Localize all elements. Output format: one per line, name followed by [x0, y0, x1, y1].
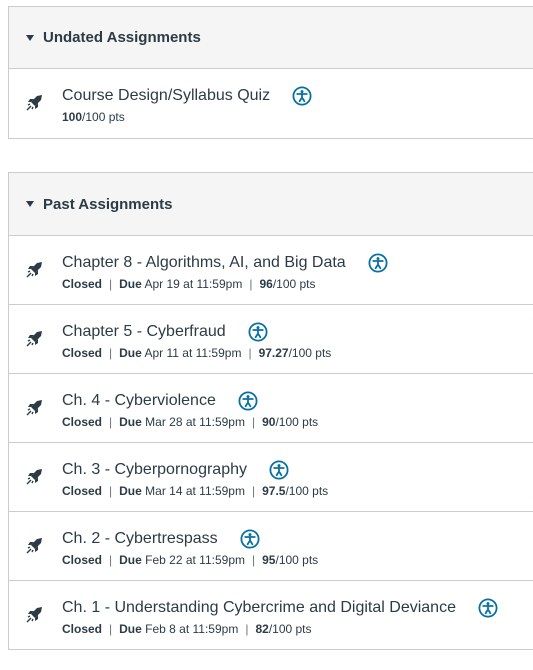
due-label: Due — [119, 415, 142, 429]
status-label: Closed — [62, 277, 103, 291]
assignment-title-link[interactable]: Ch. 3 - Cyberpornography — [62, 461, 247, 479]
status-label: Closed — [62, 346, 103, 360]
assignment-title-link[interactable]: Chapter 5 - Cyberfraud — [62, 323, 226, 341]
score-value: 82 — [255, 622, 269, 636]
accessibility-icon[interactable] — [269, 460, 289, 480]
assignment-group-undated: Undated Assignments Course Design/Syllab… — [8, 6, 533, 139]
due-date: Mar 14 at 11:59pm — [141, 484, 245, 498]
accessibility-icon[interactable] — [240, 529, 260, 549]
score-value: 96 — [259, 277, 273, 291]
points-possible: /100 pts — [275, 553, 319, 567]
accessibility-icon[interactable] — [368, 253, 388, 273]
assignment-row: Course Design/Syllabus Quiz 100/100 pts — [9, 69, 533, 138]
score-value: 97.5 — [262, 484, 286, 498]
assignment-title-link[interactable]: Ch. 1 - Understanding Cybercrime and Dig… — [62, 599, 456, 617]
rocket-icon — [26, 331, 42, 347]
assignment-meta: Closed | Due Apr 11 at 11:59pm | 97.27/100 p… — [62, 346, 331, 360]
separator: | — [109, 553, 113, 567]
score-value: 95 — [262, 553, 276, 567]
assignment-row: Ch. 4 - Cyberviolence Closed | Due Mar 28 … — [9, 374, 533, 443]
assignment-group-past: Past Assignments Chapter 8 - Algorithms,… — [8, 172, 533, 650]
separator: | — [109, 415, 113, 429]
due-label: Due — [119, 277, 142, 291]
caret-down-icon[interactable] — [26, 34, 34, 41]
rocket-icon — [26, 469, 42, 485]
due-date: Apr 11 at 11:59pm — [141, 346, 242, 360]
separator: | — [248, 346, 252, 360]
rocket-icon — [26, 95, 42, 111]
accessibility-icon[interactable] — [292, 86, 312, 106]
points-possible: /100 pts — [268, 622, 312, 636]
accessibility-icon[interactable] — [478, 598, 498, 618]
group-title[interactable]: Undated Assignments — [43, 29, 201, 46]
rocket-icon — [26, 538, 42, 554]
assignment-meta: Closed | Due Apr 19 at 11:59pm | 96/100 pts — [62, 277, 316, 291]
assignment-row: Ch. 2 - Cybertrespass Closed | Due Feb 22 … — [9, 512, 533, 581]
assignment-meta: 100/100 pts — [62, 110, 125, 124]
due-date: Mar 28 at 11:59pm — [141, 415, 245, 429]
separator: | — [109, 484, 113, 498]
due-label: Due — [119, 622, 142, 636]
rocket-icon — [26, 262, 42, 278]
assignment-row: Ch. 1 - Understanding Cybercrime and Dig… — [9, 581, 533, 650]
points-possible: /100 pts — [82, 110, 125, 124]
due-label: Due — [119, 553, 142, 567]
assignment-row: Ch. 3 - Cyberpornography Closed | Due Mar … — [9, 443, 533, 512]
assignment-row: Chapter 8 - Algorithms, AI, and Big Data… — [9, 236, 533, 305]
assignment-title-link[interactable]: Ch. 2 - Cybertrespass — [62, 530, 218, 548]
separator: | — [251, 484, 256, 498]
points-possible: /100 pts — [285, 484, 329, 498]
assignment-meta: Closed | Due Mar 14 at 11:59pm | 97.5/100 pt… — [62, 484, 328, 498]
status-label: Closed — [62, 415, 103, 429]
assignment-meta: Closed | Due Mar 28 at 11:59pm | 90/100 pts — [62, 415, 318, 429]
status-label: Closed — [62, 484, 103, 498]
score-value: 97.27 — [258, 346, 289, 360]
separator: | — [252, 553, 256, 567]
assignment-meta: Closed | Due Feb 22 at 11:59pm | 95/100 pts — [62, 553, 318, 567]
group-title[interactable]: Past Assignments — [43, 196, 173, 213]
assignment-meta: Closed | Due Feb 8 at 11:59pm | 82/100 pts — [62, 622, 312, 636]
group-header-undated[interactable]: Undated Assignments — [9, 7, 533, 69]
due-date: Feb 8 at 11:59pm — [141, 622, 239, 636]
caret-down-icon[interactable] — [26, 201, 34, 207]
assignment-row: Chapter 5 - Cyberfraud Closed | Due Apr 11… — [9, 305, 533, 374]
accessibility-icon[interactable] — [238, 391, 258, 411]
assignment-title-link[interactable]: Chapter 8 - Algorithms, AI, and Big Data — [62, 254, 346, 272]
assignment-title-link[interactable]: Ch. 4 - Cyberviolence — [62, 392, 216, 410]
points-possible: /100 pts — [275, 415, 319, 429]
due-date: Feb 22 at 11:59pm — [141, 553, 245, 567]
rocket-icon — [26, 400, 42, 416]
assignment-title-link[interactable]: Course Design/Syllabus Quiz — [62, 87, 270, 105]
separator: | — [249, 277, 253, 291]
points-possible: /100 pts — [272, 277, 316, 291]
points-possible: /100 pts — [288, 346, 332, 360]
separator: | — [109, 622, 113, 636]
due-date: Apr 19 at 11:59pm — [141, 277, 243, 291]
score-value: 90 — [262, 415, 276, 429]
accessibility-icon[interactable] — [248, 322, 268, 342]
score-value: 100 — [62, 110, 83, 124]
rocket-icon — [26, 607, 42, 623]
status-label: Closed — [62, 553, 103, 567]
status-label: Closed — [62, 622, 103, 636]
group-header-past[interactable]: Past Assignments — [9, 173, 533, 236]
due-label: Due — [119, 346, 142, 360]
separator: | — [245, 622, 249, 636]
due-label: Due — [119, 484, 142, 498]
separator: | — [109, 346, 113, 360]
separator: | — [109, 277, 113, 291]
separator: | — [251, 415, 256, 429]
